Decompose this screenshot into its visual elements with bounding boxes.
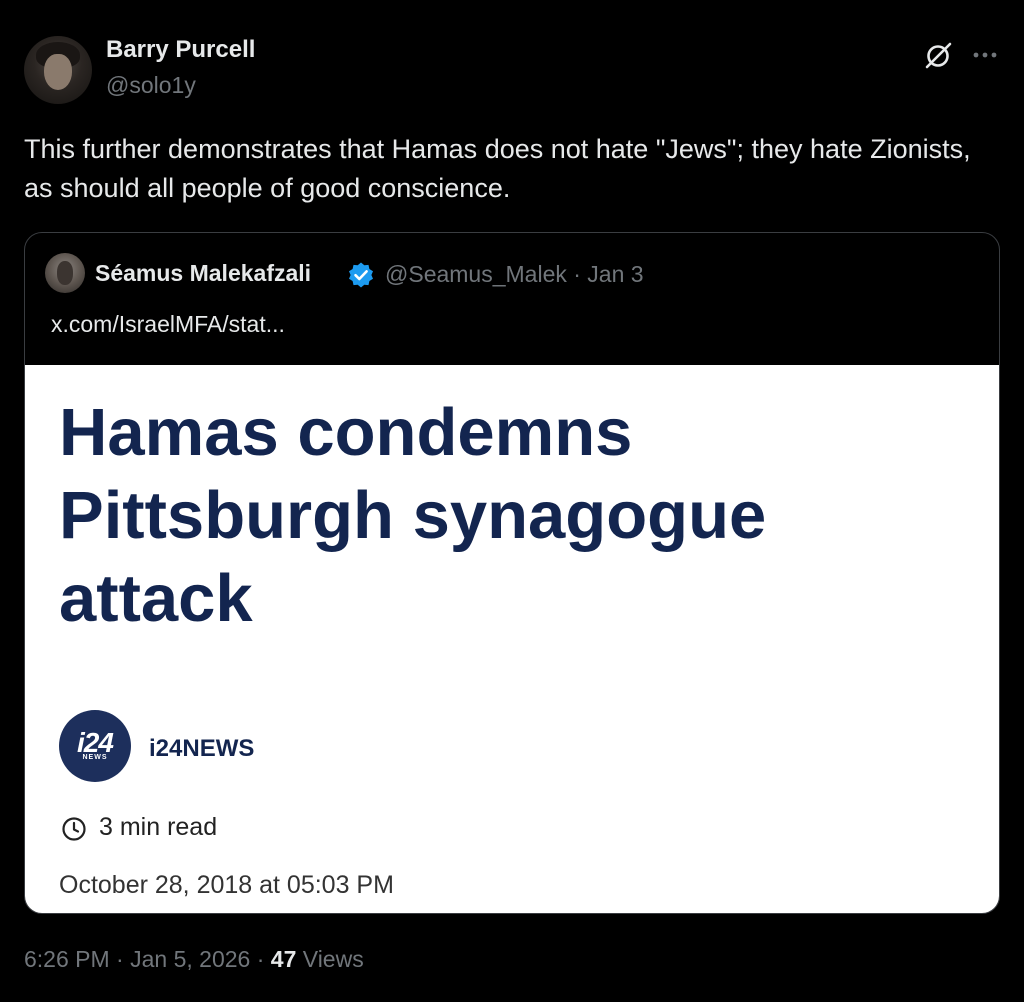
quoted-author-display-name[interactable]: Séamus Malekafzali (95, 260, 311, 287)
article-date: October 28, 2018 at 05:03 PM (59, 871, 394, 899)
meta-separator: · (116, 946, 131, 972)
post-text: This further demonstrates that Hamas doe… (24, 134, 971, 203)
more-icon[interactable] (970, 40, 1000, 70)
post: Barry Purcell @solo1y This further demon… (0, 0, 1024, 1002)
grok-icon[interactable] (922, 40, 954, 72)
article-headline: Hamas condemns Pittsburgh synagogue atta… (59, 395, 767, 636)
verified-badge-icon (349, 262, 373, 288)
author-avatar[interactable] (24, 36, 92, 104)
quoted-author-handle-date[interactable]: @Seamus_Malek · Jan 3 (385, 261, 644, 288)
author-handle[interactable]: @solo1y (106, 72, 196, 99)
post-meta: 6:26 PM · Jan 5, 2026 · 47 Views (24, 946, 364, 973)
article-source-name: i24NEWS (149, 735, 255, 762)
quoted-post-link[interactable]: x.com/IsraelMFA/stat... (51, 311, 285, 338)
views-count: 47 (270, 946, 297, 972)
article-read-time: 3 min read (99, 813, 218, 841)
meta-separator: · (256, 946, 271, 972)
link-preview-card[interactable]: Hamas condemns Pittsburgh synagogue atta… (25, 365, 999, 913)
avatar-face (44, 54, 72, 90)
clock-icon (62, 817, 86, 841)
author-display-name[interactable]: Barry Purcell (106, 36, 255, 64)
logo-subtext: NEWS (82, 754, 108, 761)
post-date[interactable]: Jan 5, 2026 (130, 946, 250, 972)
quoted-author-avatar[interactable] (45, 253, 85, 293)
quoted-post-card[interactable]: Séamus Malekafzali @Seamus_Malek · Jan 3… (24, 232, 1000, 914)
quoted-avatar-face (57, 261, 73, 285)
i24news-logo: i24 NEWS (59, 710, 131, 782)
views-label: Views (302, 946, 364, 972)
post-time[interactable]: 6:26 PM (24, 946, 110, 972)
